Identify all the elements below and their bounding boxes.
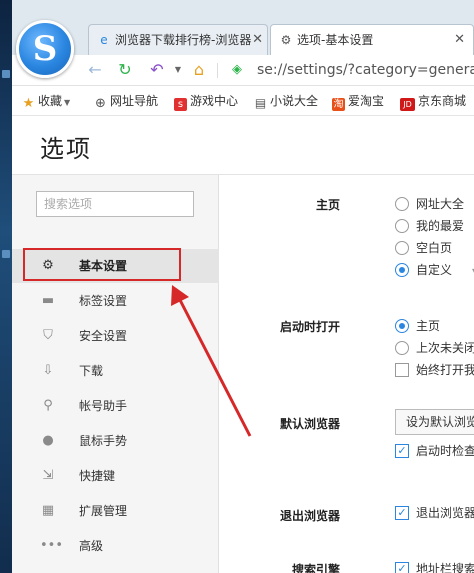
option-label: 空白页 [416, 241, 453, 255]
star-icon: ★ [22, 96, 35, 111]
checkbox[interactable]: ✓ [395, 444, 409, 458]
book-icon: ▤ [254, 96, 267, 110]
option-label: 主页 [416, 319, 441, 333]
page-title: 选项 [40, 135, 92, 163]
game-icon: s [174, 98, 187, 111]
extensions-icon: ▦ [41, 503, 55, 518]
more-icon: ••• [40, 538, 64, 553]
sidebar-item-mouse-gesture[interactable]: ● 鼠标手势 [12, 424, 219, 458]
desktop-edge [0, 0, 12, 573]
radio-button[interactable] [395, 319, 409, 333]
section-label-search-engine: 搜索引擎 [291, 563, 340, 573]
mouse-icon: ● [42, 433, 54, 448]
bookmark-jd[interactable]: JD 京东商城 [400, 86, 466, 116]
option-label: 退出浏览器时提醒 [416, 506, 474, 520]
close-icon[interactable]: ✕ [252, 25, 263, 55]
tab-strip: e 浏览器下载排行榜-浏览器 ✕ ⚙ 选项-基本设置 ✕ [12, 0, 474, 55]
chevron-down-icon: ▼ [64, 98, 71, 107]
settings-sidebar: ⚙基本设置 ▬标签设置 ⛉安全设置 ⇩下载 ⚲帐号助手 ●鼠标手势 ⇲快捷键 ▦… [12, 175, 219, 573]
option-label: 上次未关闭的页面 [416, 341, 474, 355]
globe-icon: ⊕ [95, 96, 106, 111]
bookmark-label: 收藏 [38, 94, 63, 108]
undo-icon[interactable]: ↶ [146, 59, 168, 81]
shortcut-icon: ⇲ [42, 468, 54, 483]
sidebar-item-label: 下载 [79, 364, 104, 378]
browser-window: e 浏览器下载排行榜-浏览器 ✕ ⚙ 选项-基本设置 ✕ S ← ↻ ↶ ▼ ⌂ ◈… [12, 0, 474, 573]
divider [217, 63, 218, 78]
sidebar-item-security[interactable]: ⛉ 安全设置 [12, 319, 219, 353]
refresh-icon[interactable]: ↻ [114, 59, 136, 81]
back-arrow-icon[interactable]: ← [84, 59, 106, 81]
bookmark-label: 京东商城 [418, 94, 467, 108]
option-label: 启动时检查是否为默认浏览器 [416, 444, 474, 458]
bookmarks-bar: ★ 收藏 ▼ ⊕ 网址导航 s 游戏中心 ▤ 小说大全 淘爱淘宝 JD 京东商城 [12, 86, 474, 116]
checkbox[interactable] [395, 363, 409, 377]
shield-icon: ⛉ [43, 328, 53, 343]
home-icon[interactable]: ⌂ [188, 59, 210, 81]
option-label: 自定义 [416, 263, 453, 277]
bookmark-label: 小说大全 [270, 94, 319, 108]
option-label: 地址栏搜索 [416, 562, 474, 573]
sidebar-item-label: 鼠标手势 [79, 434, 128, 448]
tab-icon: ▬ [41, 293, 55, 308]
bookmark-label: 爱淘宝 [348, 94, 385, 108]
option-label: 我的最爱 [416, 219, 465, 233]
settings-page: 选项 ⚙基本设置 ▬标签设置 ⛉安全设置 ⇩下载 ⚲帐号助手 ●鼠标手势 [12, 117, 474, 573]
bookmark-label: 网址导航 [110, 94, 159, 108]
security-shield-icon[interactable]: ◈ [226, 59, 248, 81]
sidebar-item-advanced[interactable]: ••• 高级 [12, 529, 219, 563]
navigation-bar: ← ↻ ↶ ▼ ⌂ ◈ se://settings/?category=gene… [12, 55, 474, 86]
sidebar-item-label: 扩展管理 [79, 504, 128, 518]
bookmark-label: 游戏中心 [190, 94, 239, 108]
radio-button[interactable] [395, 263, 409, 277]
sidebar-item-label: 快捷键 [79, 469, 116, 483]
sidebar-item-download[interactable]: ⇩ 下载 [12, 354, 219, 388]
sidebar-item-label: 标签设置 [79, 294, 128, 308]
sidebar-item-shortcuts[interactable]: ⇲ 快捷键 [12, 459, 219, 493]
radio-button[interactable] [395, 197, 409, 211]
radio-button[interactable] [395, 241, 409, 255]
bookmark-taobao[interactable]: 淘爱淘宝 [332, 86, 384, 116]
key-icon: ⚲ [43, 398, 53, 413]
search-input[interactable] [36, 191, 194, 217]
bookmark-novels[interactable]: ▤ 小说大全 [254, 86, 318, 116]
settings-content: 主页 网址大全 我的最爱 空白页 自定义 ▼ 启动时打开 主页 上次未关闭的页面… [220, 175, 474, 573]
taobao-icon: 淘 [332, 98, 345, 111]
section-label-startup: 启动时打开 [279, 320, 340, 334]
jd-icon: JD [400, 98, 415, 111]
close-icon[interactable]: ✕ [454, 25, 465, 55]
address-bar[interactable]: se://settings/?category=general [257, 55, 474, 86]
option-label: 网址大全 [416, 197, 465, 211]
checkbox[interactable]: ✓ [395, 506, 409, 520]
set-default-browser-button[interactable]: 设为默认浏览器 [395, 409, 474, 435]
section-label-homepage: 主页 [315, 198, 340, 212]
sidebar-item-account[interactable]: ⚲ 帐号助手 [12, 389, 219, 423]
radio-button[interactable] [395, 341, 409, 355]
checkbox[interactable]: ✓ [395, 562, 409, 573]
tab-download-ranking[interactable]: e 浏览器下载排行榜-浏览器 ✕ [88, 24, 268, 55]
tab-label: 选项-基本设置 [297, 33, 374, 47]
tab-label: 浏览器下载排行榜-浏览器 [115, 33, 252, 47]
desktop-icon [2, 250, 10, 258]
section-label-exit: 退出浏览器 [279, 509, 340, 523]
browser-logo[interactable]: S [16, 20, 74, 78]
chevron-down-icon[interactable]: ▼ [167, 59, 189, 81]
option-label: 始终打开我的主页 [416, 363, 474, 377]
bookmark-favorites[interactable]: ★ 收藏 ▼ [22, 86, 71, 116]
sidebar-item-label: 安全设置 [79, 329, 128, 343]
bookmark-games[interactable]: s 游戏中心 [174, 86, 238, 116]
download-icon: ⇩ [42, 363, 54, 378]
radio-button[interactable] [395, 219, 409, 233]
ie-icon: e [100, 33, 108, 47]
tab-settings[interactable]: ⚙ 选项-基本设置 ✕ [270, 24, 474, 55]
sidebar-item-extensions[interactable]: ▦ 扩展管理 [12, 494, 219, 528]
section-label-default-browser: 默认浏览器 [279, 417, 340, 431]
sidebar-item-label: 高级 [79, 539, 104, 553]
gear-icon: ⚙ [280, 33, 292, 47]
sidebar-item-label: 帐号助手 [79, 399, 128, 413]
bookmark-nav[interactable]: ⊕ 网址导航 [94, 86, 158, 116]
highlight-box [23, 248, 181, 281]
desktop-icon [2, 70, 10, 78]
sidebar-item-tabs[interactable]: ▬ 标签设置 [12, 284, 219, 318]
